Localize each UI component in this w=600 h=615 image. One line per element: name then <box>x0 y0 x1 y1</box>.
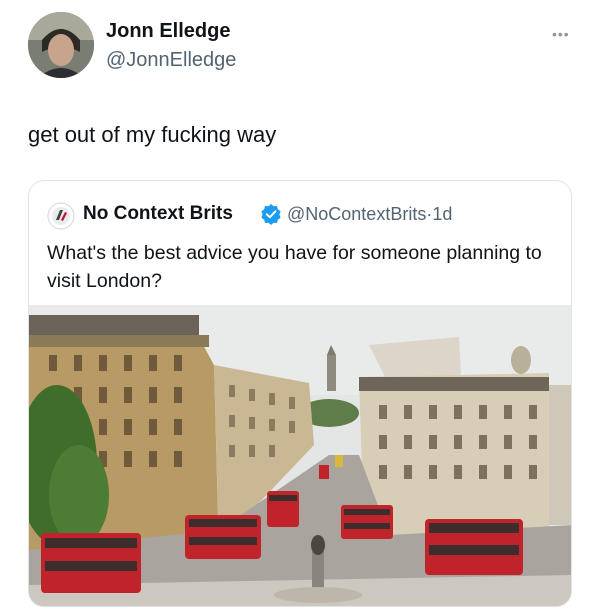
quoted-avatar-image <box>47 202 75 230</box>
quoted-author-name[interactable]: No Context Brits <box>83 203 233 225</box>
author-handle[interactable]: @JonnElledge <box>106 49 236 72</box>
quoted-author-avatar[interactable] <box>47 202 75 230</box>
london-street-photo[interactable] <box>29 305 572 607</box>
bus-1 <box>41 533 141 593</box>
author-name[interactable]: Jonn Elledge <box>106 20 230 43</box>
quoted-tweet-text: What's the best advice you have for some… <box>47 242 542 292</box>
quoted-author-meta: @NoContextBrits·1d <box>287 204 452 225</box>
tweet-text: get out of my fucking way <box>28 122 277 147</box>
tweet: Jonn Elledge @JonnElledge ••• get out of… <box>0 0 600 615</box>
quoted-author-handle[interactable]: @NoContextBrits <box>287 204 426 224</box>
avatar-image <box>28 12 94 78</box>
quoted-tweet[interactable]: No Context Brits @NoContextBrits·1d What… <box>28 180 572 607</box>
more-options-icon[interactable]: ••• <box>552 26 570 42</box>
quoted-post-time[interactable]: 1d <box>432 204 452 224</box>
author-avatar[interactable] <box>28 12 94 78</box>
verified-badge-icon <box>261 204 281 225</box>
